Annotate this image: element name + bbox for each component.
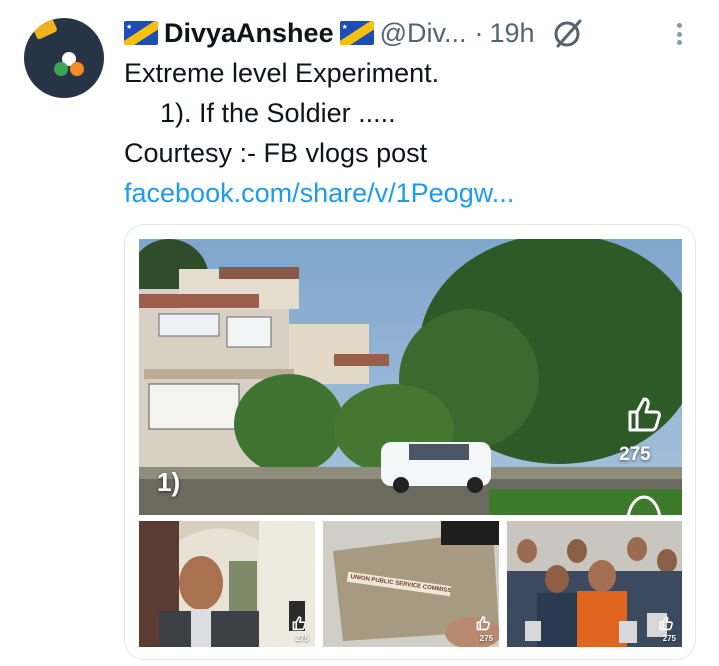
like-count: 275 [662, 634, 676, 643]
grok-icon[interactable] [551, 16, 585, 50]
house-image [139, 239, 682, 515]
tweet-link[interactable]: facebook.com/share/v/1Peogw... [124, 175, 514, 211]
like-count: 275 [479, 634, 493, 643]
video-thumbnail-main[interactable]: 1) 275 [139, 239, 682, 515]
display-name[interactable]: DivyaAnshee [164, 18, 334, 49]
overlay-number: 1) [157, 467, 181, 497]
avatar-flag-shape [32, 18, 58, 40]
officer-image [139, 521, 315, 647]
flag-icon: ★ [124, 21, 158, 45]
more-icon[interactable] [672, 20, 686, 48]
thumbs-up-icon[interactable] [291, 615, 307, 631]
like-count: 275 [295, 634, 309, 643]
timestamp[interactable]: 19h [490, 18, 535, 49]
thumbs-up-icon[interactable] [624, 394, 664, 434]
tweet-text-line: Extreme level Experiment. [124, 58, 440, 88]
thumbs-up-icon[interactable] [475, 615, 491, 631]
tweet-header: ★ DivyaAnshee ★ @Div... · 19h [124, 16, 585, 50]
user-handle[interactable]: @Div... [380, 18, 467, 49]
tweet-text-line: Courtesy :- FB vlogs post [124, 138, 428, 168]
flag-icon: ★ [339, 21, 374, 45]
comment-icon[interactable] [624, 493, 664, 515]
press-image [507, 521, 682, 647]
like-count: 275 [619, 444, 651, 465]
separator-dot: · [474, 17, 484, 48]
avatar-clover-icon [54, 52, 84, 82]
thumbs-up-icon[interactable] [658, 615, 674, 631]
media-grid[interactable]: 1) 275 275 UNION PUBLIC SERVICE COMMISSI… [124, 224, 696, 660]
avatar[interactable] [24, 18, 104, 98]
tweet-text-line: 1). If the Soldier ..... [160, 98, 396, 128]
video-thumbnail[interactable]: UNION PUBLIC SERVICE COMMISSION 275 [323, 521, 499, 647]
video-thumbnail[interactable]: 275 [139, 521, 315, 647]
video-thumbnail[interactable]: 275 [507, 521, 682, 647]
